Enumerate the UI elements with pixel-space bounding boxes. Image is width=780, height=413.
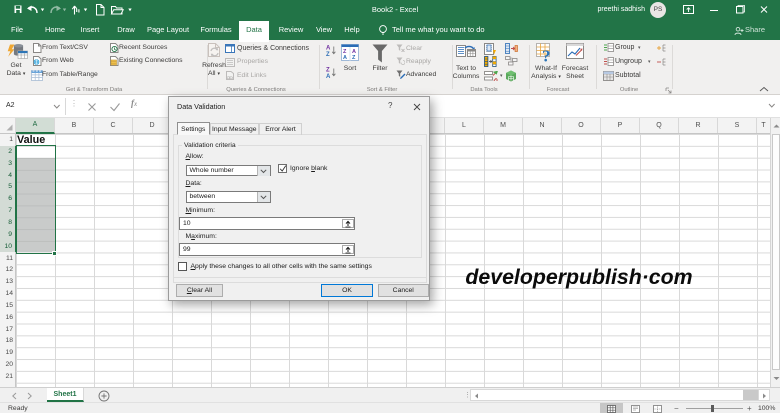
svg-text:A: A bbox=[326, 74, 331, 79]
svg-text:Z: Z bbox=[326, 52, 330, 57]
svg-text:?: ? bbox=[542, 47, 551, 63]
svg-text:A: A bbox=[343, 55, 347, 61]
svg-text:Z: Z bbox=[326, 68, 330, 74]
svg-text:A: A bbox=[326, 46, 331, 52]
